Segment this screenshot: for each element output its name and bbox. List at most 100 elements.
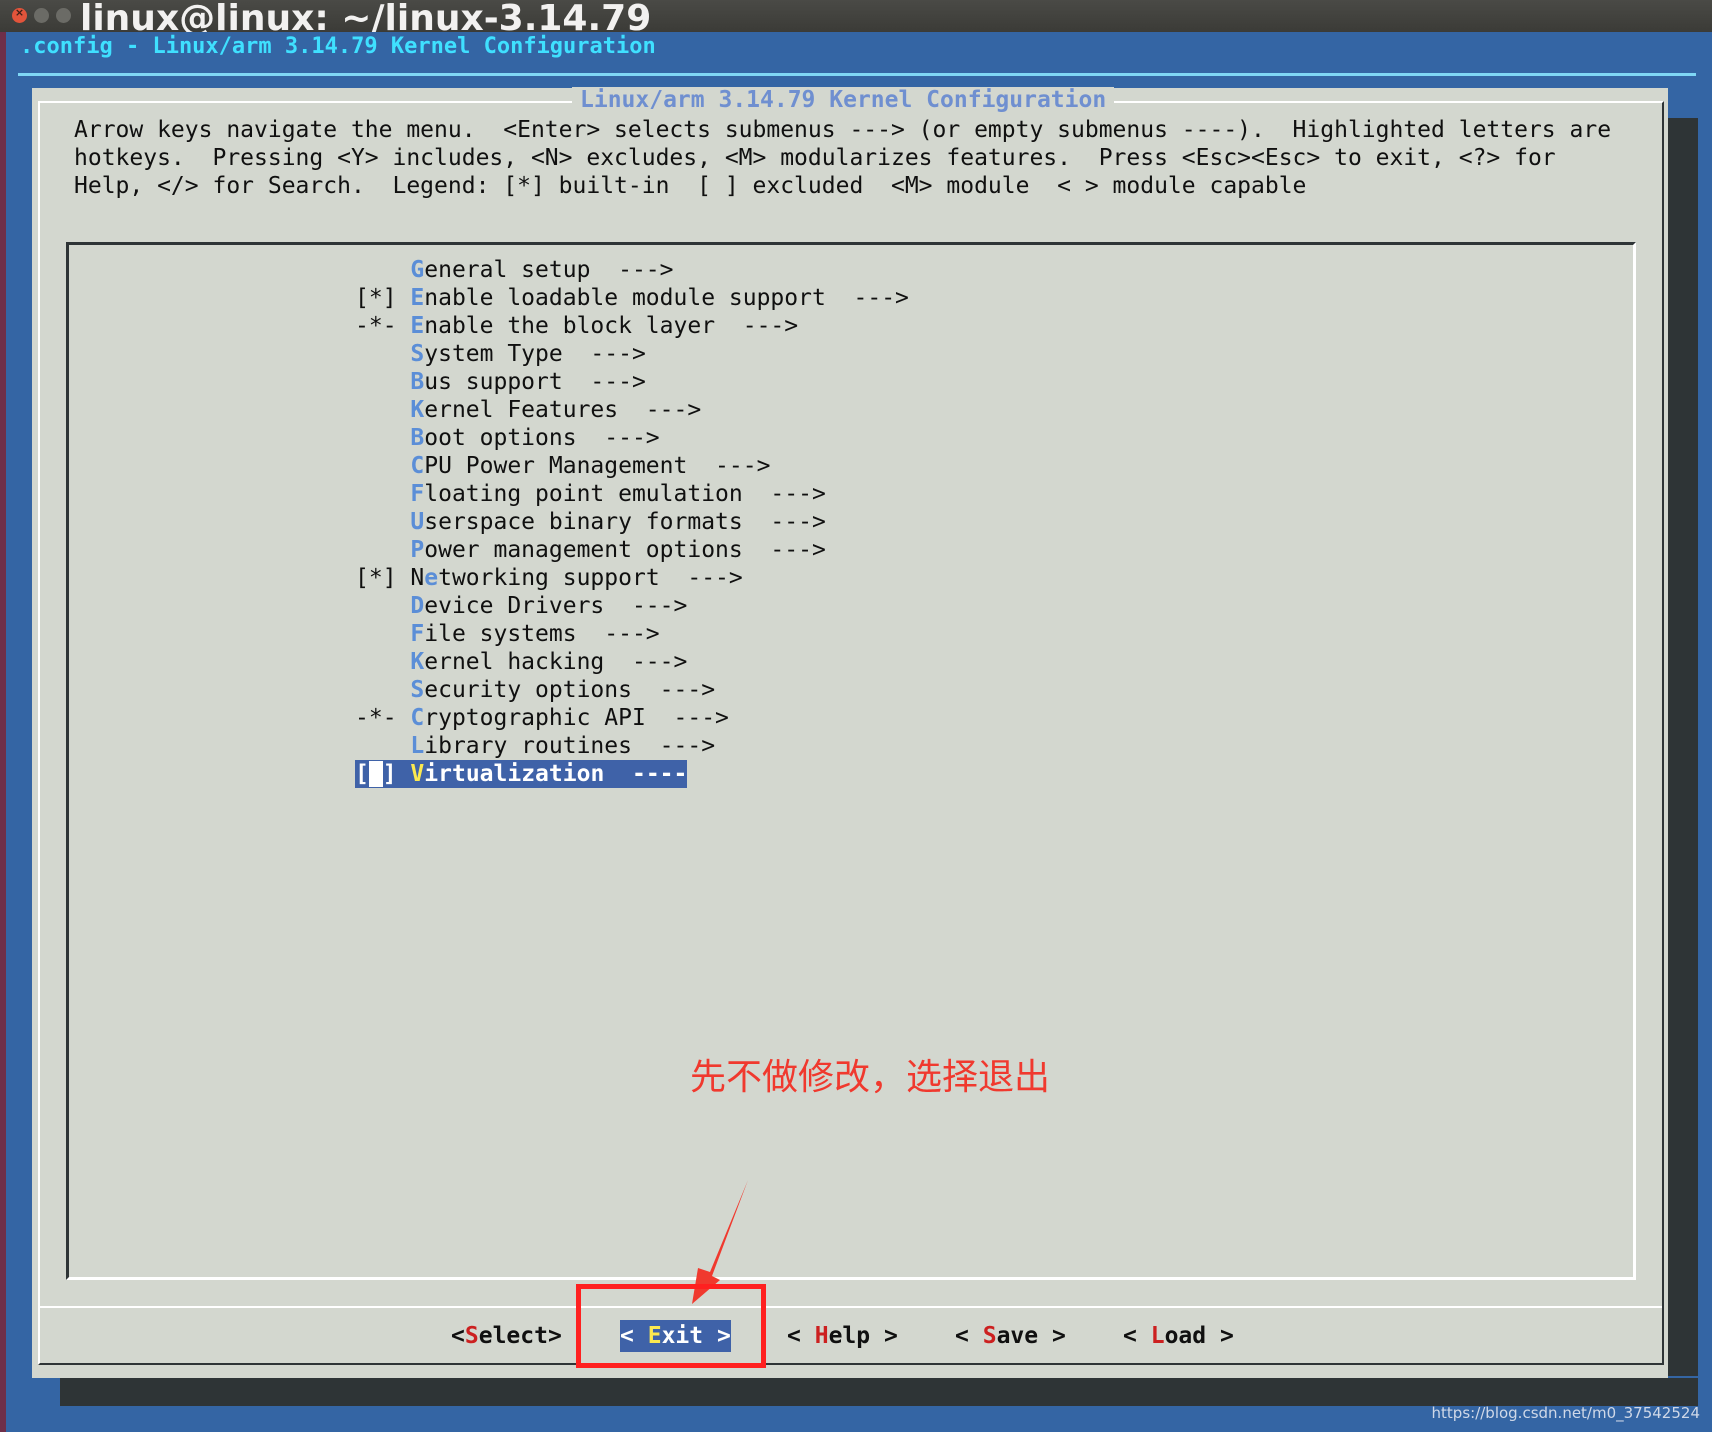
- menu-item[interactable]: -*- Enable the block layer --->: [355, 312, 909, 340]
- minimize-window-button[interactable]: [34, 8, 49, 23]
- maximize-window-button[interactable]: [56, 8, 71, 23]
- menu-item-prefix: [355, 341, 410, 367]
- desktop-edge: [0, 32, 6, 1432]
- menu-item[interactable]: Userspace binary formats --->: [355, 508, 909, 536]
- hotkey-letter: P: [410, 537, 425, 563]
- hotkey-letter: e: [424, 565, 439, 591]
- help-button[interactable]: < Help >: [787, 1320, 898, 1352]
- hotkey-letter: S: [410, 341, 425, 367]
- close-icon: ×: [14, 6, 25, 19]
- menu-item[interactable]: Bus support --->: [355, 368, 909, 396]
- menu-item[interactable]: Boot options --->: [355, 424, 909, 452]
- hotkey-letter: D: [410, 593, 425, 619]
- menu-item-label: oot options --->: [424, 425, 660, 451]
- window-titlebar[interactable]: × linux@linux: ~/linux-3.14.79: [0, 0, 1712, 32]
- menu-item-label: PU Power Management --->: [424, 453, 771, 479]
- menu-item-prefix: [355, 453, 410, 479]
- hotkey-letter: K: [410, 397, 425, 423]
- menu-item[interactable]: [*] Networking support --->: [355, 564, 909, 592]
- menu-item-label: loating point emulation --->: [424, 481, 826, 507]
- menu-item[interactable]: Security options --->: [355, 676, 909, 704]
- menu-item-label: ernel hacking --->: [424, 649, 688, 675]
- menu-item-label: irtualization ----: [424, 761, 688, 787]
- menu-item[interactable]: Kernel Features --->: [355, 396, 909, 424]
- menu-item[interactable]: Floating point emulation --->: [355, 480, 909, 508]
- menu-item-label: nable loadable module support --->: [424, 285, 909, 311]
- menu-item-prefix: [355, 621, 410, 647]
- hotkey-letter: B: [410, 369, 425, 395]
- menu-item-virtualization[interactable]: [ ] Virtualization ----: [355, 760, 688, 788]
- menu-item-prefix: [355, 397, 410, 423]
- hotkey-letter: L: [410, 733, 425, 759]
- menu-item-prefix: [355, 369, 410, 395]
- annotation-text: 先不做修改，选择退出: [690, 1057, 1051, 1098]
- menu-item[interactable]: Device Drivers --->: [355, 592, 909, 620]
- menu-item-label: serspace binary formats --->: [424, 509, 826, 535]
- menu-item[interactable]: -*- Cryptographic API --->: [355, 704, 909, 732]
- close-window-button[interactable]: ×: [12, 6, 27, 23]
- menu-item[interactable]: System Type --->: [355, 340, 909, 368]
- menu-item-label: ecurity options --->: [424, 677, 716, 703]
- menu-item-label: tworking support --->: [438, 565, 743, 591]
- menu-item-label: eneral setup --->: [424, 257, 674, 283]
- terminal-title-rule: [18, 73, 1696, 76]
- menu-item-prefix: [355, 677, 410, 703]
- menu-item-label: ower management options --->: [424, 537, 826, 563]
- menu-item[interactable]: Power management options --->: [355, 536, 909, 564]
- hotkey-letter: U: [410, 509, 425, 535]
- hotkey-letter: F: [410, 621, 425, 647]
- hotkey-letter: K: [410, 649, 425, 675]
- menu-item[interactable]: Kernel hacking --->: [355, 648, 909, 676]
- menu-item-prefix: [355, 257, 410, 283]
- window-title: linux@linux: ~/linux-3.14.79: [80, 0, 652, 32]
- menu-item-prefix: [355, 425, 410, 451]
- menu-item-label: ryptographic API --->: [424, 705, 729, 731]
- menu-item-label: nable the block layer --->: [424, 313, 799, 339]
- hotkey-letter: E: [410, 313, 425, 339]
- menu-list: General setup ---> [*] Enable loadable mo…: [355, 256, 909, 788]
- dialog-shadow-right: [1668, 118, 1698, 1376]
- menu-item-label: ernel Features --->: [424, 397, 702, 423]
- menu-item-prefix: [355, 481, 410, 507]
- dialog-title: Linux/arm 3.14.79 Kernel Configuration: [572, 87, 1115, 113]
- terminal-config-title: .config - Linux/arm 3.14.79 Kernel Confi…: [20, 34, 656, 59]
- select-button[interactable]: <Select>: [451, 1320, 562, 1352]
- menu-item-label: us support --->: [424, 369, 646, 395]
- menu-item-label: evice Drivers --->: [424, 593, 688, 619]
- menu-item-prefix: [355, 649, 410, 675]
- hotkey-letter: E: [410, 285, 425, 311]
- dialog-shadow-bottom: [60, 1378, 1698, 1406]
- hotkey-letter: C: [410, 453, 425, 479]
- menu-item-label: ystem Type --->: [424, 341, 646, 367]
- menu-item-label: ile systems --->: [424, 621, 660, 647]
- checkbox-close: ]: [382, 761, 411, 787]
- button-bar: <Select> < Exit > < Help > < Save > < Lo…: [0, 1320, 1712, 1354]
- menu-item-prefix: [355, 733, 410, 759]
- checkbox-open: [: [355, 761, 369, 787]
- menu-item-prefix: [355, 537, 410, 563]
- watermark: https://blog.csdn.net/m0_37542524: [1431, 1404, 1700, 1422]
- checkbox-cursor[interactable]: [368, 761, 383, 787]
- menu-item-prefix: [355, 593, 410, 619]
- menu-item[interactable]: Library routines --->: [355, 732, 909, 760]
- menu-item[interactable]: File systems --->: [355, 620, 909, 648]
- menu-item-prefix: [*] N: [355, 565, 425, 591]
- menu-item-prefix: -*-: [355, 705, 411, 731]
- menu-item[interactable]: General setup --->: [355, 256, 909, 284]
- hotkey-letter: S: [410, 677, 425, 703]
- help-text: Arrow keys navigate the menu. <Enter> se…: [74, 117, 1612, 199]
- menu-item-prefix: [355, 509, 410, 535]
- hotkey-letter: G: [410, 257, 425, 283]
- hotkey-letter: C: [410, 705, 425, 731]
- menu-item-prefix: -*-: [355, 313, 411, 339]
- hotkey-letter: B: [410, 425, 425, 451]
- load-button[interactable]: < Load >: [1123, 1320, 1234, 1352]
- menu-item-label: ibrary routines --->: [424, 733, 716, 759]
- save-button[interactable]: < Save >: [955, 1320, 1066, 1352]
- hotkey-letter: F: [410, 481, 425, 507]
- annotation-highlight-box: [576, 1284, 766, 1368]
- menu-item[interactable]: [*] Enable loadable module support --->: [355, 284, 909, 312]
- button-divider: [40, 1306, 1662, 1308]
- menu-item[interactable]: CPU Power Management --->: [355, 452, 909, 480]
- menu-item-prefix: [*]: [355, 285, 411, 311]
